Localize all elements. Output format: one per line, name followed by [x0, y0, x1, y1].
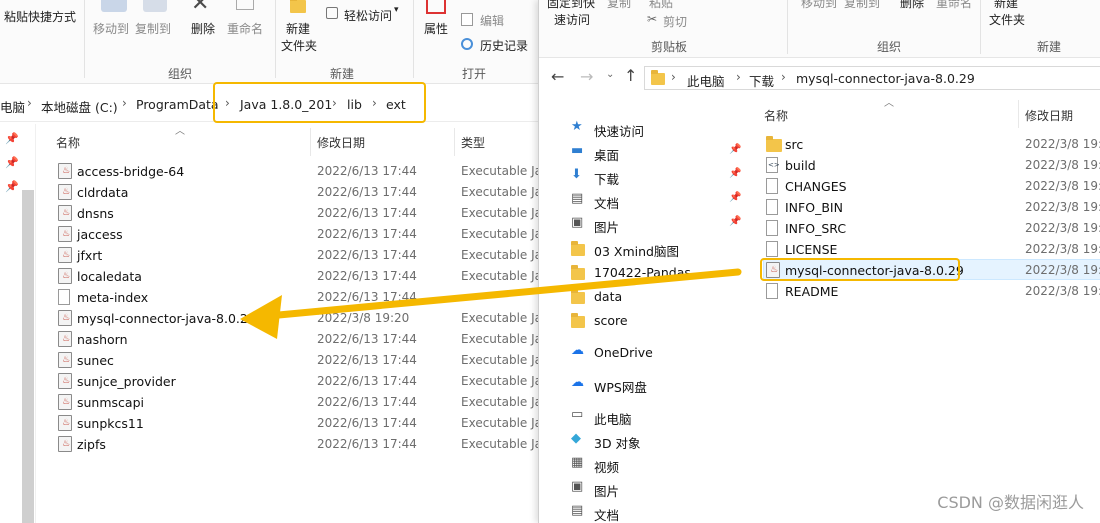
drag-arrow [240, 268, 742, 339]
arrow-shaft [264, 268, 742, 320]
arrow-head [240, 295, 282, 339]
watermark: CSDN @数据闲逛人 [937, 493, 1084, 512]
